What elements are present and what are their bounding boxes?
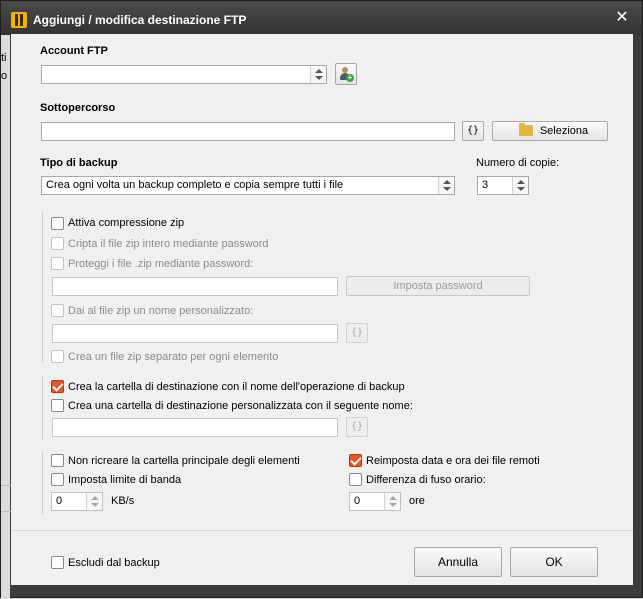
account-dropdown-icon[interactable] bbox=[310, 66, 326, 83]
account-combobox[interactable] bbox=[41, 65, 327, 84]
backup-type-value: Crea ogni volta un backup completo e cop… bbox=[46, 179, 344, 191]
bandwidth-spinner[interactable]: 0 bbox=[51, 492, 103, 511]
destination-group-border bbox=[42, 377, 43, 439]
backup-type-dropdown-icon[interactable] bbox=[438, 177, 454, 194]
background-text: ti bbox=[1, 52, 7, 64]
folder-icon bbox=[519, 123, 533, 136]
timezone-unit: ore bbox=[409, 495, 425, 507]
custom-folder-variables-button[interactable]: {} bbox=[346, 417, 368, 437]
set-password-button[interactable]: Imposta password bbox=[346, 276, 530, 296]
bandwidth-value: 0 bbox=[56, 495, 63, 507]
add-account-button[interactable]: + bbox=[335, 63, 357, 85]
zip-protect-checkbox[interactable] bbox=[51, 257, 64, 270]
exclude-backup-label[interactable]: Escludi dal backup bbox=[68, 557, 160, 569]
reset-date-checkbox[interactable] bbox=[349, 454, 362, 467]
timezone-label[interactable]: Differenza di fuso orario: bbox=[366, 474, 486, 486]
zip-compress-label[interactable]: Attiva compressione zip bbox=[68, 217, 184, 229]
zip-encrypt-label: Cripta il file zip intero mediante passw… bbox=[68, 238, 269, 250]
bandwidth-stepper-icon[interactable] bbox=[86, 493, 102, 510]
reset-date-label[interactable]: Reimposta data e ora dei file remoti bbox=[366, 455, 540, 467]
zip-custom-name-checkbox[interactable] bbox=[51, 304, 64, 317]
copies-stepper-icon[interactable] bbox=[512, 177, 528, 194]
app-logo-icon bbox=[11, 12, 27, 28]
dialog-content: Account FTP + Sottopercorso {} Seleziona… bbox=[11, 34, 633, 585]
background-divider bbox=[1, 511, 11, 512]
zip-group-border bbox=[42, 212, 43, 362]
custom-folder-checkbox[interactable] bbox=[51, 399, 64, 412]
background-text: o bbox=[1, 70, 8, 82]
backup-type-combobox[interactable]: Crea ogni volta un backup completo e cop… bbox=[41, 176, 455, 195]
close-icon[interactable]: ✕ bbox=[614, 10, 630, 26]
footer-separator bbox=[11, 530, 633, 531]
custom-folder-label[interactable]: Crea una cartella di destinazione person… bbox=[68, 400, 413, 412]
options-group-border bbox=[42, 452, 43, 514]
copies-spinner[interactable]: 3 bbox=[477, 176, 529, 195]
account-label: Account FTP bbox=[40, 45, 108, 57]
zip-separate-label: Crea un file zip separato per ogni eleme… bbox=[68, 351, 279, 363]
timezone-stepper-icon[interactable] bbox=[384, 493, 400, 510]
bandwidth-limit-label[interactable]: Imposta limite di banda bbox=[68, 474, 181, 486]
create-named-folder-checkbox[interactable] bbox=[51, 380, 64, 393]
dialog-title: Aggiungi / modifica destinazione FTP bbox=[33, 13, 247, 27]
select-folder-button[interactable]: Seleziona bbox=[492, 121, 608, 141]
timezone-spinner[interactable]: 0 bbox=[349, 492, 401, 511]
subpath-label: Sottopercorso bbox=[40, 102, 116, 114]
zip-protect-label: Proteggi i file .zip mediante password: bbox=[68, 258, 254, 270]
zip-name-variables-button[interactable]: {} bbox=[346, 323, 368, 343]
no-recreate-label[interactable]: Non ricreare la cartella principale degl… bbox=[68, 455, 300, 467]
timezone-value: 0 bbox=[354, 495, 361, 507]
ok-button[interactable]: OK bbox=[510, 547, 598, 577]
bandwidth-limit-checkbox[interactable] bbox=[51, 473, 64, 486]
exclude-backup-checkbox[interactable] bbox=[51, 556, 64, 569]
background-divider bbox=[1, 485, 11, 486]
zip-password-input[interactable] bbox=[52, 277, 338, 296]
dialog-window: Aggiungi / modifica destinazione FTP ✕ t… bbox=[0, 0, 643, 599]
no-recreate-checkbox[interactable] bbox=[51, 454, 64, 467]
copies-value: 3 bbox=[482, 179, 489, 191]
cancel-button[interactable]: Annulla bbox=[414, 547, 502, 577]
zip-compress-checkbox[interactable] bbox=[51, 217, 64, 230]
zip-custom-name-input[interactable] bbox=[52, 324, 338, 343]
copies-label: Numero di copie: bbox=[476, 157, 560, 169]
subpath-input[interactable] bbox=[41, 122, 455, 141]
custom-folder-input[interactable] bbox=[52, 418, 338, 437]
subpath-variables-button[interactable]: {} bbox=[462, 121, 484, 141]
backup-type-label: Tipo di backup bbox=[40, 157, 118, 169]
background-window-strip: ti o bbox=[1, 35, 11, 599]
zip-encrypt-checkbox[interactable] bbox=[51, 237, 64, 250]
timezone-checkbox[interactable] bbox=[349, 473, 362, 486]
title-bar[interactable]: Aggiungi / modifica destinazione FTP ✕ bbox=[1, 1, 642, 35]
zip-custom-name-label: Dai al file zip un nome personalizzato: bbox=[68, 305, 254, 317]
select-folder-label: Seleziona bbox=[539, 125, 589, 137]
zip-separate-checkbox[interactable] bbox=[51, 350, 64, 363]
bandwidth-unit: KB/s bbox=[111, 495, 135, 507]
create-named-folder-label[interactable]: Crea la cartella di destinazione con il … bbox=[68, 381, 405, 393]
